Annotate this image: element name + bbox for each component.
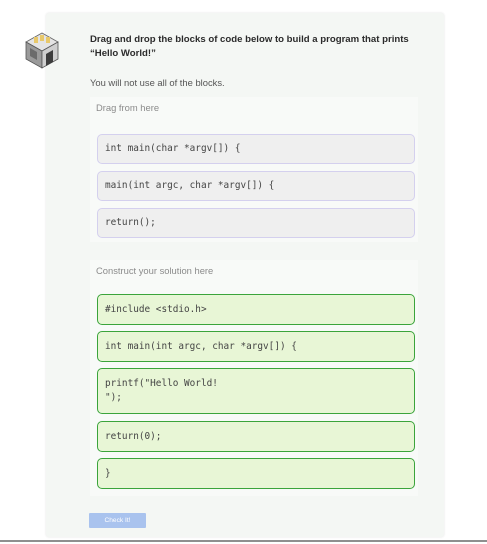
divider (0, 540, 487, 542)
code-block-target[interactable]: } (97, 458, 415, 489)
page: Drag and drop the blocks of code below t… (0, 0, 487, 544)
code-block-source[interactable]: int main(char *argv[]) { (97, 134, 415, 164)
code-block-target[interactable]: int main(int argc, char *argv[]) { (97, 331, 415, 362)
source-zone-label: Drag from here (96, 102, 160, 113)
code-block-source[interactable]: main(int argc, char *argv[]) { (97, 171, 415, 201)
question-title: Drag and drop the blocks of code below t… (90, 34, 409, 59)
code-block-target[interactable]: #include <stdio.h> (97, 294, 415, 325)
code-block-target[interactable]: printf("Hello World! "); (97, 368, 415, 414)
check-it-button[interactable]: Check It! (89, 513, 146, 528)
question-note: You will not use all of the blocks. (90, 77, 225, 88)
target-zone-label: Construct your solution here (96, 265, 214, 276)
isometric-room-icon (25, 32, 59, 69)
code-block-source[interactable]: return(); (97, 208, 415, 238)
code-block-target[interactable]: return(0); (97, 421, 415, 452)
